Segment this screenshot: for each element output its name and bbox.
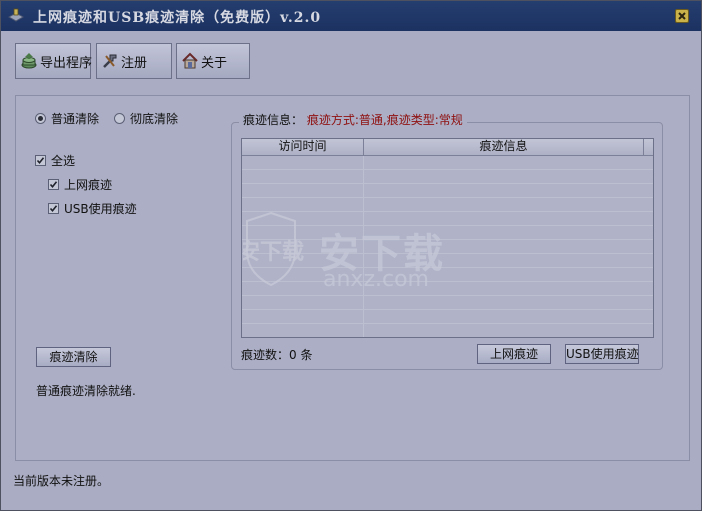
footer-status: 当前版本未注册。: [13, 474, 110, 488]
export-icon: [21, 53, 37, 69]
column-header-trace-info[interactable]: 痕迹信息: [364, 139, 644, 155]
checkbox-internet-traces[interactable]: 上网痕迹: [48, 176, 112, 193]
checkbox-select-all[interactable]: 全选: [35, 152, 75, 169]
close-button[interactable]: [675, 9, 689, 23]
tools-icon: [103, 54, 117, 68]
window-title: 上网痕迹和USB痕迹清除（免费版）v.2.0: [33, 10, 322, 26]
clear-status-text: 普通痕迹清除就绪.: [36, 384, 136, 398]
checkbox-usb-traces[interactable]: USB使用痕迹: [48, 200, 137, 217]
checkbox-box: [48, 179, 59, 190]
home-info-icon: [182, 52, 198, 69]
export-button-label: 导出程序: [40, 55, 93, 71]
trace-info-title: 痕迹信息： 痕迹方式:普通,痕迹类型:常规: [239, 111, 467, 128]
radio-thorough-clear[interactable]: 彻底清除: [114, 110, 178, 127]
checkbox-box: [48, 203, 59, 214]
app-logo-icon: [7, 8, 25, 24]
clear-traces-button[interactable]: 痕迹清除: [36, 347, 111, 367]
radio-selected-indicator: [35, 113, 46, 124]
register-button[interactable]: 注册: [96, 43, 172, 79]
checkmark-icon: [49, 205, 58, 213]
about-button[interactable]: 关于: [176, 43, 250, 79]
internet-traces-label: 上网痕迹: [64, 178, 113, 192]
radio-normal-label: 普通清除: [51, 112, 100, 126]
watermark-domain-text: anxz.com: [323, 267, 429, 292]
register-button-label: 注册: [121, 55, 148, 71]
close-icon: [678, 12, 686, 20]
column-header-visit-time[interactable]: 访问时间: [242, 139, 364, 155]
trace-list-header: 访问时间 痕迹信息: [242, 139, 653, 156]
radio-unselected-indicator: [114, 113, 125, 124]
checkmark-icon: [49, 181, 58, 189]
usb-traces-label: USB使用痕迹: [64, 202, 137, 216]
trace-info-label: 痕迹信息：: [243, 113, 304, 127]
radio-normal-clear[interactable]: 普通清除: [35, 110, 99, 127]
checkbox-box: [35, 155, 46, 166]
select-all-label: 全选: [51, 154, 76, 168]
checkmark-icon: [36, 157, 45, 165]
export-button[interactable]: 导出程序: [15, 43, 93, 79]
app-window: 上网痕迹和USB痕迹清除（免费版）v.2.0 导出程序 注册 关于 普通清除 彻…: [0, 0, 702, 511]
usb-traces-button[interactable]: USB使用痕迹: [565, 344, 639, 364]
about-button-label: 关于: [201, 55, 228, 71]
watermark-shield-glyph: 安下载: [243, 239, 304, 265]
internet-traces-button[interactable]: 上网痕迹: [477, 344, 551, 364]
trace-count-text: 痕迹数：0 条: [241, 348, 313, 362]
title-bar: 上网痕迹和USB痕迹清除（免费版）v.2.0: [1, 1, 701, 31]
trace-info-detail: 痕迹方式:普通,痕迹类型:常规: [306, 113, 463, 127]
radio-thorough-label: 彻底清除: [130, 112, 179, 126]
